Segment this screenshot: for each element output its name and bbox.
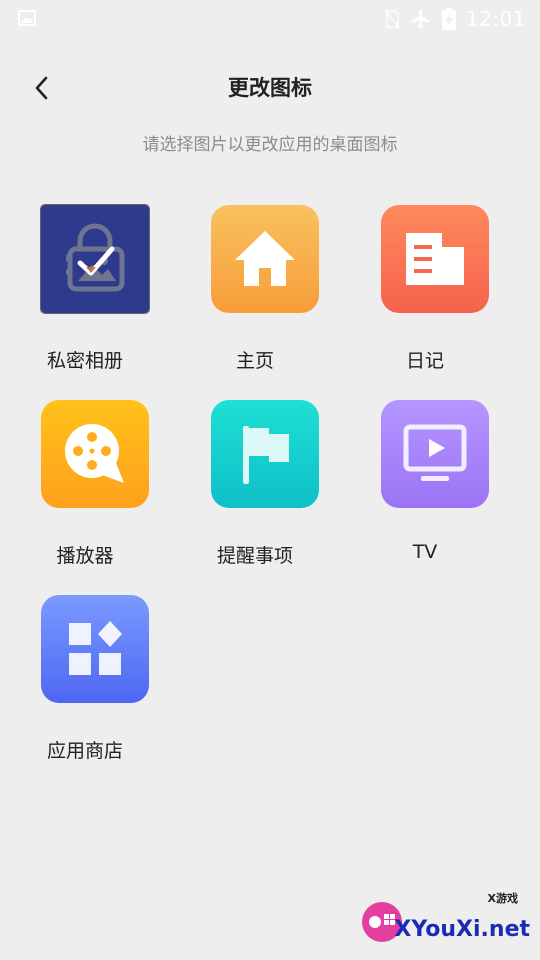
- icon-option-label: 播放器: [56, 545, 114, 567]
- status-icons: 12:01: [384, 6, 526, 32]
- icon-option-diary[interactable]: 日记: [340, 205, 510, 385]
- diary-tile: [381, 205, 489, 313]
- icon-option-private-album[interactable]: 私密相册: [0, 204, 170, 385]
- player-icon: [65, 424, 124, 483]
- player-tile: [41, 400, 149, 508]
- image-icon: [18, 10, 36, 26]
- app-store-icon: [69, 621, 122, 675]
- watermark-text: XYouXi.net: [394, 917, 530, 942]
- page-title: 更改图标: [228, 76, 312, 100]
- icon-option-label: 应用商店: [46, 740, 123, 762]
- battery-charging-icon: [441, 8, 456, 30]
- tv-icon: [403, 424, 467, 481]
- top-bar: 更改图标: [0, 62, 540, 114]
- app-store-tile: [41, 595, 149, 703]
- status-bar: 12:01: [0, 0, 540, 38]
- diary-icon: [406, 233, 464, 285]
- airplane-icon: [411, 9, 430, 29]
- flag-icon: [243, 426, 289, 484]
- icon-option-app-store[interactable]: 应用商店: [0, 595, 170, 775]
- home-tile: [211, 205, 319, 313]
- icon-option-label: TV: [412, 541, 438, 563]
- icon-option-label: 提醒事项: [216, 545, 293, 567]
- icon-option-label: 日记: [405, 350, 444, 372]
- watermark: X游戏 XYouXi.net: [360, 888, 530, 948]
- private-album-tile: [40, 204, 150, 314]
- page-subtitle: 请选择图片以更改应用的桌面图标: [142, 135, 398, 155]
- home-icon: [235, 231, 295, 286]
- reminders-tile: [211, 400, 319, 508]
- watermark-small-text: X游戏: [487, 892, 518, 905]
- private-album-icon: [66, 223, 125, 292]
- icon-option-label: 私密相册: [46, 350, 123, 372]
- no-sim-icon: [384, 9, 400, 29]
- icon-option-player[interactable]: 播放器: [0, 400, 170, 580]
- icon-option-reminders[interactable]: 提醒事项: [170, 400, 340, 580]
- icon-option-tv[interactable]: TV: [340, 400, 510, 580]
- icon-option-label: 主页: [235, 350, 274, 372]
- tv-tile: [381, 400, 489, 508]
- icon-option-home[interactable]: 主页: [170, 205, 340, 385]
- clock-time: 12:01: [465, 7, 526, 31]
